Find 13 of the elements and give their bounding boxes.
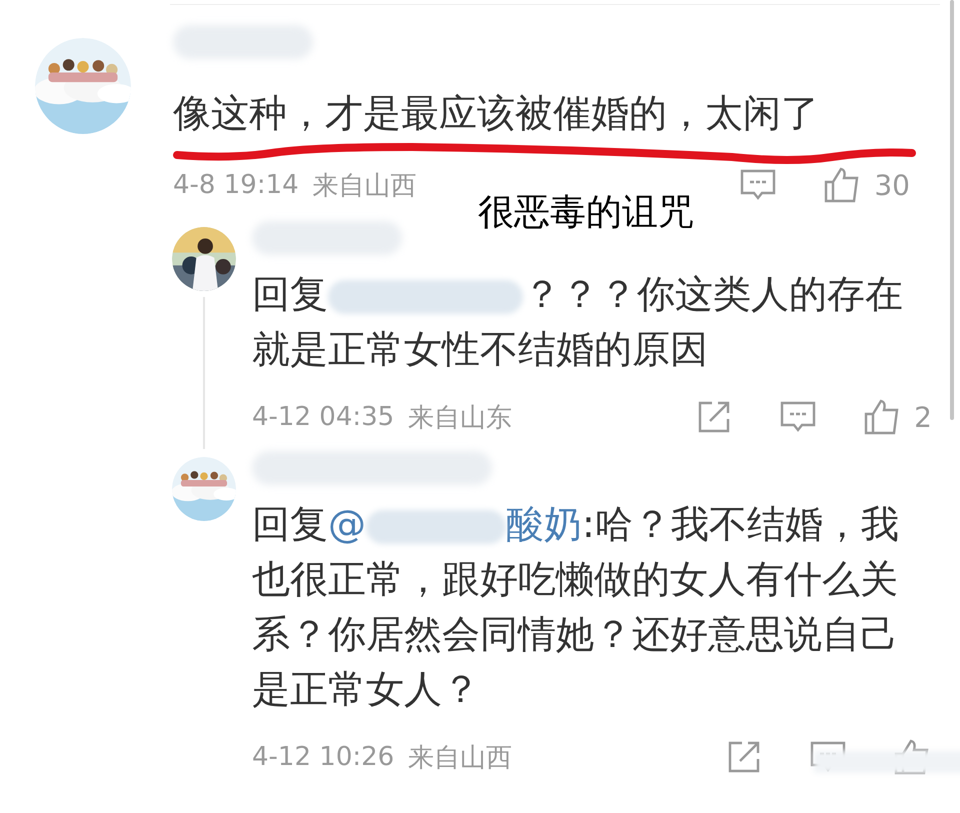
reply-text: 回复 ？？？你这类人的存在就是正常女性不结婚的原因: [252, 271, 904, 373]
reply-location: 来自山西: [408, 742, 512, 774]
like-count: 2: [914, 400, 932, 434]
comment-location: 来自山西: [312, 170, 417, 202]
reply-time: 4-12 04:35: [252, 402, 394, 432]
scrollbar[interactable]: [950, 0, 954, 420]
reply-time: 4-12 10:26: [252, 742, 394, 772]
comment-time: 4-8 19:14: [173, 170, 299, 200]
reply-text: 回复@ 酸奶:哈？我不结婚，我也很正常，跟好吃懒做的女人有什么关系？你居然会同情她？还好意思说自己是正常女人？: [252, 501, 900, 713]
comment-text: 像这种，才是最应该被催婚的，太闲了: [173, 90, 820, 137]
reply-location: 来自山东: [408, 402, 512, 434]
like-count: 30: [874, 168, 910, 202]
mention-link[interactable]: @ 酸奶: [328, 502, 582, 546]
